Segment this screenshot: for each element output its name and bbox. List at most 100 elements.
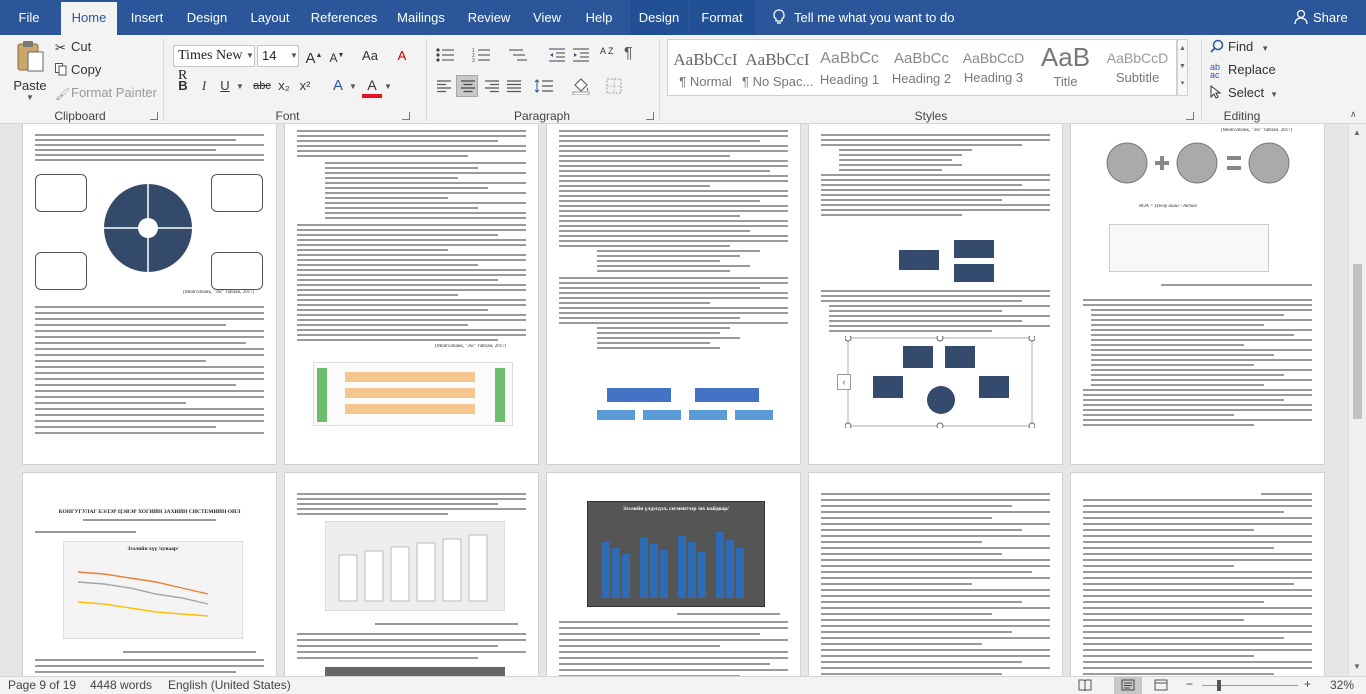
- chevron-down-icon[interactable]: ▼: [246, 51, 254, 60]
- change-case-button[interactable]: Aa: [357, 46, 383, 66]
- font-color-button[interactable]: A: [362, 76, 382, 98]
- shading-button[interactable]: [572, 77, 590, 98]
- word-count[interactable]: 4448 words: [90, 678, 152, 692]
- tab-references[interactable]: References: [307, 0, 381, 35]
- strikethrough-button[interactable]: abc: [250, 76, 274, 96]
- paste-button[interactable]: Paste ▼: [10, 39, 50, 105]
- read-mode-icon[interactable]: [1078, 679, 1092, 694]
- vertical-scrollbar[interactable]: ▲ ▼: [1348, 124, 1366, 676]
- font-dialog-launcher[interactable]: [402, 112, 410, 120]
- chevron-down-icon[interactable]: ▼: [1353, 662, 1361, 671]
- scrollbar-thumb[interactable]: [1353, 264, 1362, 419]
- page-thumbnail[interactable]: (Монголбанк, "Зэс" тайлан, 2017) ROA = Ц…: [1071, 124, 1324, 464]
- page-thumbnail[interactable]: (Монголбанк, "Зэс" тайлан, 2017): [23, 124, 276, 464]
- style-subtitle[interactable]: AaBbCcD Subtitle: [1102, 40, 1173, 95]
- page-thumbnail[interactable]: [809, 473, 1062, 676]
- collapse-ribbon-icon[interactable]: ∧: [1350, 109, 1357, 120]
- tab-view[interactable]: View: [526, 0, 568, 35]
- increase-indent-button[interactable]: [572, 47, 590, 66]
- web-layout-icon[interactable]: [1154, 679, 1168, 694]
- zoom-in-button[interactable]: +: [1304, 677, 1311, 691]
- chevron-up-icon[interactable]: ▲: [1353, 128, 1361, 137]
- tab-file[interactable]: File: [6, 0, 52, 35]
- bold-button[interactable]: B: [173, 76, 193, 96]
- shrink-font-button[interactable]: A▼: [327, 46, 347, 66]
- tab-insert[interactable]: Insert: [123, 0, 171, 35]
- chevron-up-icon[interactable]: ▲: [1178, 40, 1187, 58]
- page-count[interactable]: Page 9 of 19: [8, 678, 76, 692]
- tab-shape-format[interactable]: Format: [689, 0, 755, 35]
- tab-design[interactable]: Design: [180, 0, 234, 35]
- chevron-down-icon[interactable]: ▼: [290, 51, 298, 60]
- tab-help[interactable]: Help: [578, 0, 620, 35]
- style-title[interactable]: AaB Title: [1030, 40, 1101, 95]
- style-heading-3[interactable]: AaBbCcD Heading 3: [958, 40, 1029, 95]
- zoom-slider-thumb[interactable]: [1217, 680, 1221, 691]
- print-layout-icon: [1121, 679, 1135, 691]
- tab-home[interactable]: Home: [61, 2, 117, 35]
- page-thumbnail[interactable]: ‹: [809, 124, 1062, 464]
- bullets-button[interactable]: [436, 47, 458, 66]
- zoom-level[interactable]: 32%: [1330, 678, 1354, 692]
- increase-indent-icon: [573, 48, 589, 62]
- align-left-button[interactable]: [436, 79, 452, 96]
- style-heading-1[interactable]: AaBbCc Heading 1: [814, 40, 885, 95]
- text-effects-button[interactable]: A: [328, 76, 348, 96]
- share-button[interactable]: Share: [1294, 0, 1348, 35]
- subscript-button[interactable]: x₂: [274, 76, 294, 96]
- grow-font-button[interactable]: A▲: [304, 46, 324, 67]
- align-right-button[interactable]: [484, 79, 500, 96]
- font-name-box[interactable]: Times New R: [173, 45, 255, 83]
- style-normal[interactable]: AaBbCcI ¶ Normal: [670, 40, 741, 95]
- chevron-down-icon[interactable]: ▼: [236, 82, 244, 91]
- shrink-font-icon: A: [329, 51, 338, 65]
- clipboard-dialog-launcher[interactable]: [150, 112, 158, 120]
- format-painter-button[interactable]: 🖌Format Painter: [55, 85, 157, 101]
- chevron-down-icon[interactable]: ▼: [1178, 58, 1187, 76]
- styles-gallery-scroll[interactable]: ▲ ▼ ▾: [1177, 39, 1188, 96]
- language-indicator[interactable]: English (United States): [168, 678, 291, 692]
- tab-layout[interactable]: Layout: [243, 0, 297, 35]
- page-thumbnail[interactable]: (Монголбанк, "Зэс" тайлан, 2017): [285, 124, 538, 464]
- style-no-spacing[interactable]: AaBbCcI ¶ No Spac...: [742, 40, 813, 95]
- justify-button[interactable]: [506, 79, 522, 96]
- tell-me-search[interactable]: Tell me what you want to do: [772, 0, 954, 35]
- superscript-button[interactable]: x²: [295, 76, 315, 96]
- paragraph-dialog-launcher[interactable]: [646, 112, 654, 120]
- style-heading-2[interactable]: AaBbCc Heading 2: [886, 40, 957, 95]
- page-thumbnail[interactable]: КОНГУГУЛАГ БЭЛЭР ЦЭВЭР ХОГИЙН ЗАХИЙН СИС…: [23, 473, 276, 676]
- page-thumbnail[interactable]: [1071, 473, 1324, 676]
- selected-smartart[interactable]: [845, 336, 1035, 428]
- tab-review[interactable]: Review: [462, 0, 516, 35]
- sort-button[interactable]: A Z: [600, 47, 614, 56]
- gallery-more-icon[interactable]: ▾: [1178, 76, 1187, 94]
- find-button[interactable]: Find ▼: [1210, 39, 1269, 56]
- copy-button[interactable]: Copy: [55, 62, 101, 79]
- print-layout-button[interactable]: [1114, 677, 1142, 694]
- tab-shape-design[interactable]: Design: [630, 0, 688, 35]
- line-spacing-button[interactable]: [534, 79, 554, 96]
- italic-button[interactable]: I: [194, 76, 214, 96]
- select-button[interactable]: Select ▼: [1210, 85, 1278, 102]
- multilevel-list-button[interactable]: [508, 47, 530, 66]
- underline-button[interactable]: U: [215, 76, 235, 96]
- page-thumbnail[interactable]: [547, 124, 800, 464]
- smartart-text-pane-toggle[interactable]: ‹: [837, 374, 851, 390]
- zoom-out-button[interactable]: −: [1186, 677, 1193, 691]
- tab-mailings[interactable]: Mailings: [390, 0, 452, 35]
- chevron-down-icon[interactable]: ▼: [384, 82, 392, 91]
- show-formatting-button[interactable]: ¶: [624, 45, 633, 63]
- styles-dialog-launcher[interactable]: [1186, 112, 1194, 120]
- page-thumbnail[interactable]: Зээлийн үлдэгдэл, сегментээр /их найдвар…: [547, 473, 800, 676]
- style-preview: AaBbCc: [820, 50, 879, 67]
- document-canvas[interactable]: (Монголбанк, "Зэс" тайлан, 2017) (Монгол…: [0, 124, 1348, 676]
- replace-button[interactable]: ab ac Replace: [1210, 62, 1276, 79]
- clear-formatting-button[interactable]: A: [392, 46, 412, 66]
- chevron-down-icon[interactable]: ▼: [349, 82, 357, 91]
- borders-button[interactable]: [606, 78, 622, 97]
- page-thumbnail[interactable]: [285, 473, 538, 676]
- numbering-button[interactable]: 123: [472, 47, 494, 66]
- align-center-button[interactable]: [456, 75, 478, 97]
- decrease-indent-button[interactable]: [548, 47, 566, 66]
- cut-button[interactable]: ✂ Cut: [55, 39, 91, 56]
